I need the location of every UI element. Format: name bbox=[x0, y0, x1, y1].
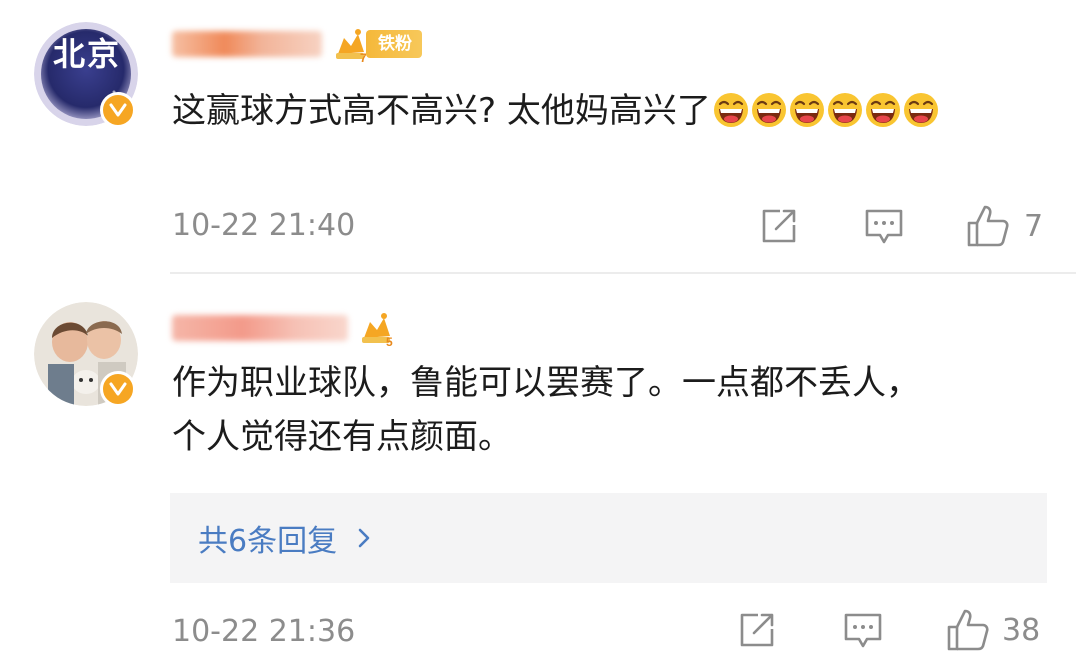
like-button[interactable]: 38 bbox=[946, 608, 1040, 652]
comment-text-line: 个人觉得还有点颜面。 bbox=[172, 417, 512, 457]
comment-icon bbox=[844, 613, 882, 648]
comment-item: 5 作为职业球队，鲁能可以罢赛了。一点都不丢人， 个人觉得还有点颜面。 共6条回… bbox=[0, 274, 1076, 671]
share-icon bbox=[762, 209, 796, 243]
fan-label: 铁粉 bbox=[366, 30, 422, 58]
like-button[interactable]: 7 bbox=[966, 204, 1043, 248]
username[interactable] bbox=[172, 315, 348, 341]
view-replies-button[interactable]: 共6条回复 bbox=[170, 493, 1047, 583]
replies-label: 共6条回复 bbox=[198, 524, 338, 559]
username-row: 7 铁粉 bbox=[172, 24, 422, 64]
laughing-emoji bbox=[827, 93, 862, 127]
comment-button[interactable] bbox=[843, 612, 883, 650]
comment-item: 北京 7 铁粉 这赢球方式高不高兴? 太他妈高兴了 10-22 21:40 7 bbox=[0, 0, 1076, 273]
thumbs-up-icon bbox=[947, 609, 989, 651]
laughing-emoji bbox=[903, 93, 938, 127]
comment-text-line: 作为职业球队，鲁能可以罢赛了。一点都不丢人， bbox=[172, 363, 920, 403]
emoji-group bbox=[711, 91, 939, 131]
comment-button[interactable] bbox=[864, 208, 904, 246]
comment-icon bbox=[865, 209, 903, 244]
chevron-right-icon bbox=[358, 528, 370, 548]
username[interactable] bbox=[172, 31, 322, 57]
like-count: 38 bbox=[1002, 612, 1041, 648]
share-button[interactable] bbox=[760, 208, 798, 244]
laughing-emoji bbox=[713, 93, 748, 127]
avatar-text: 北京 bbox=[52, 35, 121, 73]
comment-text: 这赢球方式高不高兴? 太他妈高兴了 bbox=[172, 84, 1042, 138]
comment-text: 作为职业球队，鲁能可以罢赛了。一点都不丢人， 个人觉得还有点颜面。 bbox=[172, 356, 1052, 464]
fan-badge[interactable]: 7 铁粉 bbox=[332, 27, 422, 64]
verified-badge-icon bbox=[100, 371, 136, 407]
comment-text-body: 这赢球方式高不高兴? 太他妈高兴了 bbox=[172, 91, 711, 131]
share-button[interactable] bbox=[738, 612, 776, 648]
fan-level-icon: 5 bbox=[362, 313, 393, 348]
laughing-emoji bbox=[751, 93, 786, 127]
verified-badge-icon bbox=[100, 92, 136, 128]
fan-level-number: 5 bbox=[386, 335, 393, 348]
share-icon bbox=[740, 613, 774, 647]
timestamp: 10-22 21:36 bbox=[172, 614, 356, 649]
laughing-emoji bbox=[865, 93, 900, 127]
username-row: 5 bbox=[172, 308, 398, 348]
fan-badge[interactable]: 5 bbox=[358, 311, 398, 348]
timestamp: 10-22 21:40 bbox=[172, 208, 356, 243]
like-count: 7 bbox=[1024, 208, 1044, 244]
laughing-emoji bbox=[789, 93, 824, 127]
thumbs-up-icon bbox=[967, 205, 1009, 247]
